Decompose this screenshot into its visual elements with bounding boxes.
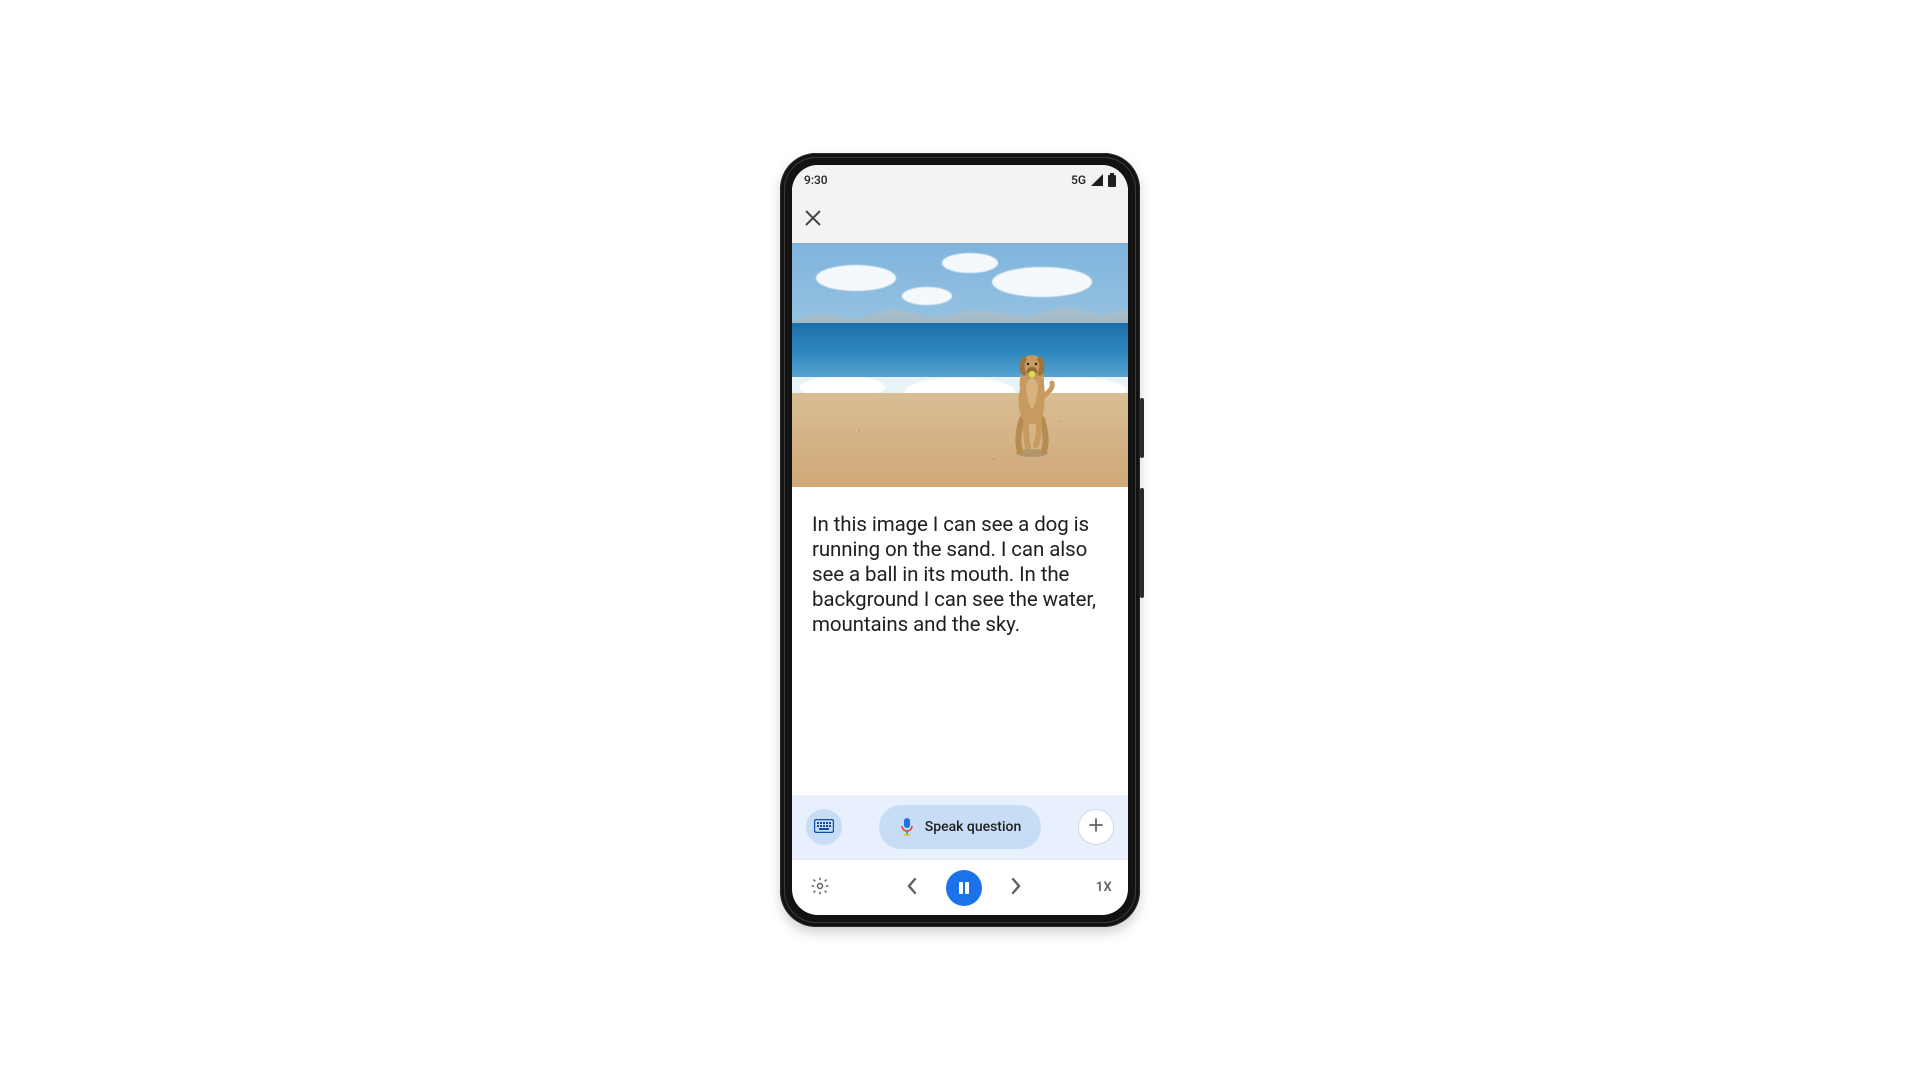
status-right: 5G <box>1071 173 1116 187</box>
keyboard-button[interactable] <box>806 809 842 845</box>
dog-illustration <box>1002 349 1062 463</box>
status-time: 9:30 <box>804 173 828 187</box>
app-bar <box>792 195 1128 243</box>
playback-controls <box>900 870 1028 906</box>
status-bar: 9:30 5G <box>792 165 1128 195</box>
close-icon[interactable] <box>802 207 826 231</box>
speak-question-button[interactable]: Speak question <box>879 805 1042 849</box>
next-button[interactable] <box>1004 876 1028 900</box>
plus-icon <box>1088 817 1104 837</box>
playback-bar: 1X <box>792 859 1128 915</box>
settings-button[interactable] <box>808 876 832 900</box>
pause-icon <box>957 881 971 895</box>
signal-icon <box>1090 174 1104 186</box>
microphone-icon <box>899 817 915 837</box>
action-bar: Speak question <box>792 795 1128 859</box>
chevron-right-icon <box>1010 877 1022 899</box>
phone-frame: 9:30 5G <box>780 153 1140 927</box>
image-description: In this image I can see a dog is running… <box>792 487 1128 795</box>
chevron-left-icon <box>906 877 918 899</box>
image-preview <box>792 243 1128 487</box>
phone-power-button <box>1140 398 1144 458</box>
network-label: 5G <box>1071 173 1086 187</box>
gear-icon <box>810 876 830 900</box>
speak-question-label: Speak question <box>925 819 1022 835</box>
add-button[interactable] <box>1078 809 1114 845</box>
previous-button[interactable] <box>900 876 924 900</box>
battery-icon <box>1108 173 1116 187</box>
keyboard-icon <box>814 818 834 837</box>
playback-speed-button[interactable]: 1X <box>1096 880 1112 895</box>
pause-button[interactable] <box>946 870 982 906</box>
phone-volume-button <box>1140 488 1144 598</box>
screen: 9:30 5G <box>792 165 1128 915</box>
